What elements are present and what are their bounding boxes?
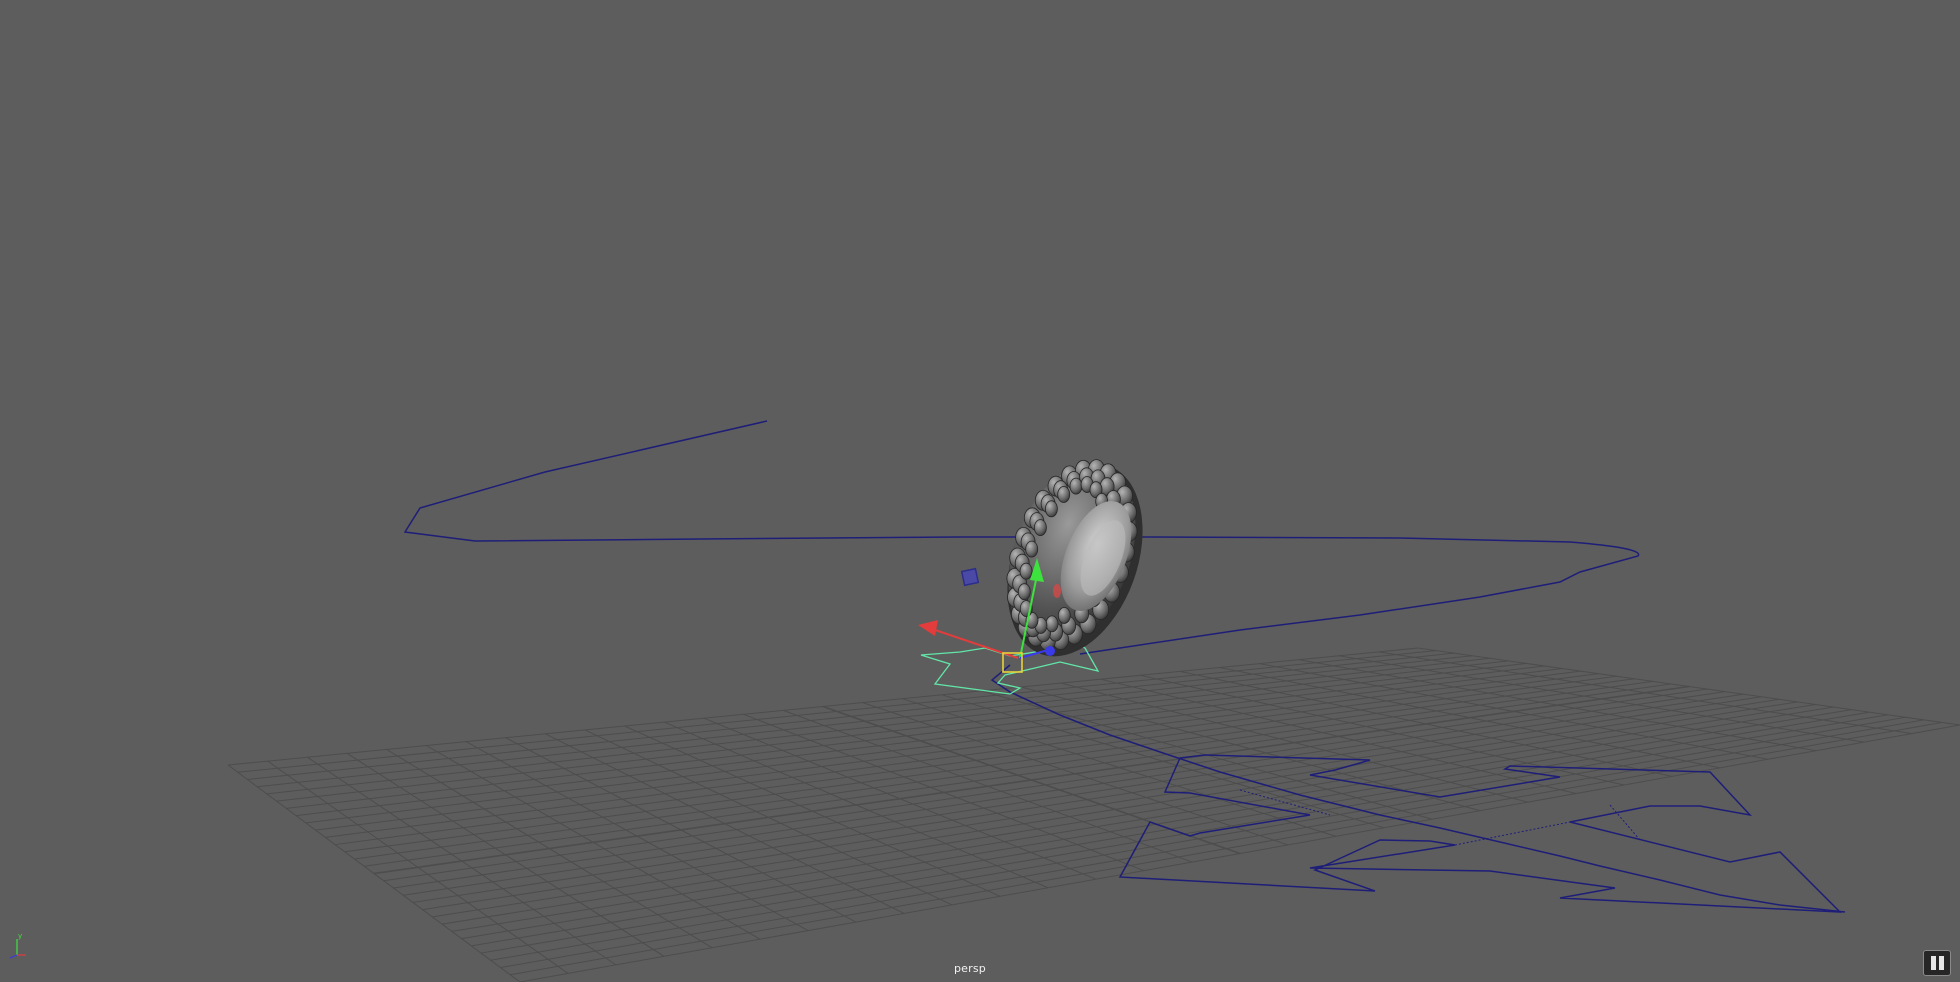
grid-line	[1140, 674, 1625, 786]
tire-model[interactable]	[983, 445, 1168, 675]
tread-knob	[1057, 607, 1071, 624]
scene-canvas[interactable]	[0, 0, 1960, 982]
grid-line	[1259, 663, 1769, 760]
tread-knob	[1045, 615, 1059, 633]
grid-line	[1338, 655, 1865, 743]
tread-knob	[1034, 519, 1047, 536]
grid-line	[393, 691, 1726, 889]
z-axis-tip[interactable]	[1045, 646, 1055, 656]
tread-knob	[1045, 500, 1058, 518]
grid-line	[373, 685, 1690, 875]
x-axis-arrowhead[interactable]	[918, 620, 938, 636]
rotation-handle[interactable]	[960, 567, 980, 587]
tread-knob	[1025, 540, 1039, 558]
camera-name-label: persp	[954, 962, 986, 975]
ground-grid	[227, 647, 1960, 982]
grid-line	[490, 716, 1906, 961]
grid-line	[1378, 651, 1913, 735]
grid-line	[451, 706, 1834, 932]
axis-orientation-gizmo: y	[9, 932, 26, 959]
grid-line	[403, 693, 1744, 896]
grid-line	[941, 694, 1385, 829]
tread-knob	[1057, 486, 1071, 503]
pause-icon	[1931, 956, 1936, 970]
tread-knob	[1069, 477, 1083, 495]
axis-y-label: y	[18, 932, 22, 940]
pivot-marker	[1053, 584, 1061, 598]
perspective-viewport[interactable]: y persp	[0, 0, 1960, 982]
tread-knob	[1019, 562, 1033, 580]
pause-playback-button[interactable]	[1923, 950, 1951, 976]
tread-knob	[1017, 583, 1031, 601]
